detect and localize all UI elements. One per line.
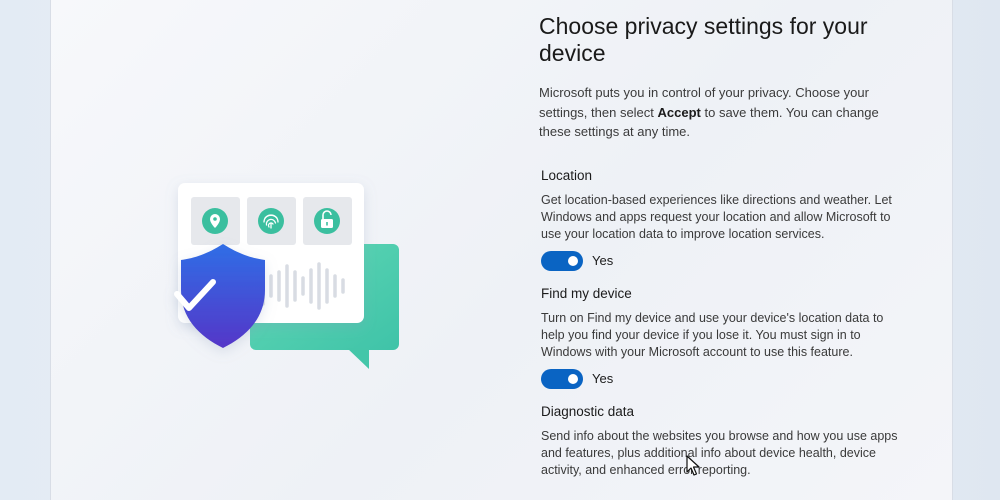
accept-emphasis: Accept (657, 104, 701, 120)
unlocked-padlock-icon (303, 197, 352, 245)
setting-description: Turn on Find my device and use your devi… (541, 310, 884, 359)
find-my-device-setting: Find my device Turn on Find my device an… (539, 286, 904, 389)
oobe-window: Choose privacy settings for your device … (50, 0, 953, 500)
setting-title: Location (541, 167, 593, 183)
page-title: Choose privacy settings for your device (539, 13, 868, 66)
location-toggle-row: Yes (541, 250, 904, 271)
setting-title: Diagnostic data (541, 403, 635, 419)
setting-title: Find my device (541, 285, 632, 301)
find-my-device-toggle-switch[interactable] (541, 368, 583, 389)
location-setting: Location Get location-based experiences … (539, 168, 904, 271)
setting-description: Send info about the websites you browse … (541, 428, 898, 477)
toggle-state-label: Yes (592, 253, 614, 268)
setting-description: Get location-based experiences like dire… (541, 192, 892, 241)
privacy-illustration (174, 183, 399, 369)
fingerprint-icon (247, 197, 296, 245)
diagnostic-data-setting: Diagnostic data Send info about the webs… (539, 404, 904, 479)
find-my-device-toggle-row: Yes (541, 368, 904, 389)
privacy-settings-panel: Choose privacy settings for your device … (539, 10, 904, 500)
mouse-pointer-icon (686, 455, 700, 476)
location-pin-icon (191, 197, 240, 245)
location-toggle-switch[interactable] (541, 250, 583, 271)
toggle-state-label: Yes (592, 371, 614, 386)
intro-text: Microsoft puts you in control of your pr… (539, 83, 904, 142)
